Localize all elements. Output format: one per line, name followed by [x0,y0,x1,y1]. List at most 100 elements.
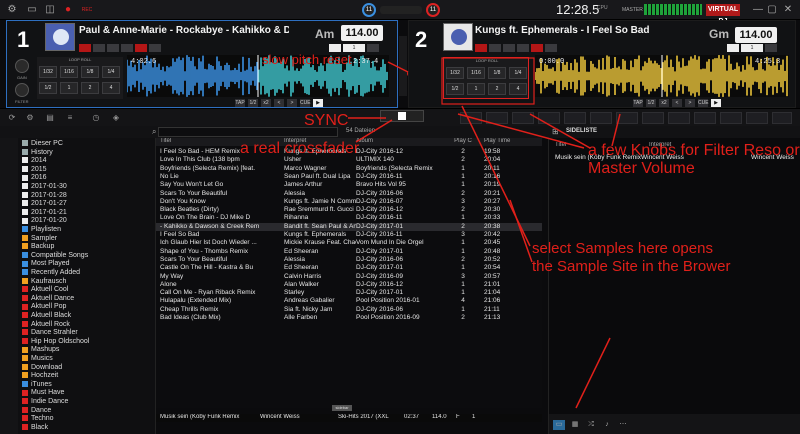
deck-btn[interactable] [489,44,501,52]
table-row[interactable]: Hulapalu (Extended Mix) Andreas Gabalier P… [156,297,542,305]
table-row[interactable]: Scars To Your Beautiful Alessia DJ-City 20… [156,256,542,264]
folder-item[interactable]: 2016 [22,174,47,182]
loop-pad[interactable]: 1/2 [446,83,464,95]
folder-item[interactable]: Download [22,364,62,372]
loop-pad[interactable]: 1/16 [60,66,78,78]
folder-item[interactable]: Hip Hop Oldschool [22,338,89,346]
folder-item[interactable]: Mashups [22,346,59,354]
table-row[interactable]: Ich Glaub Hier Ist Doch Wieder ... Mickie… [156,239,542,247]
sideliste-tab-icon[interactable]: ▭ [553,420,565,430]
loop-pad[interactable]: 4 [509,83,527,95]
folder-item[interactable]: Most Played [22,260,70,268]
crossfader[interactable] [380,110,424,122]
half-button[interactable]: 1/2 [248,99,258,107]
sampler-slot[interactable] [668,112,690,124]
folder-item[interactable]: iTunes [22,381,52,389]
loop-pad[interactable]: 1/32 [446,67,464,79]
prev-button[interactable]: < [672,99,682,107]
filter-knob[interactable] [15,83,29,97]
folder-item[interactable]: Recently Added [22,269,80,277]
table-row[interactable]: Cheap Thrills Remix Sia ft. Nicky Jam DJ-C… [156,306,542,314]
folder-item[interactable]: Aktuell Cool [22,286,68,294]
folder-icon[interactable]: ▤ [44,112,56,124]
master-tempo-knob-left[interactable]: 11 [362,3,376,17]
sampler-slot[interactable] [486,112,508,124]
loop-pad[interactable]: 4 [102,82,120,94]
loop-pad[interactable]: 1/2 [39,82,57,94]
tap-button[interactable]: TAP [235,99,245,107]
sampler-slot[interactable] [538,112,560,124]
loop-pad[interactable]: 1/16 [467,67,485,79]
record-icon[interactable]: ● [62,4,74,16]
table-row[interactable]: Boyfriends (Selecta Remix) [feat. Marco W… [156,165,542,173]
folder-item[interactable]: Aktuell Black [22,312,71,320]
prev-button[interactable]: < [274,99,284,107]
tap-button[interactable]: TAP [633,99,643,107]
folder-item[interactable]: Backup [22,243,54,251]
folder-item[interactable]: 2017-01-20 [22,217,67,225]
col-playtime[interactable]: Play Time [484,138,514,144]
hot-cue-button[interactable] [79,44,91,52]
loop-pad[interactable]: 1/4 [509,67,527,79]
loop-button[interactable] [765,44,777,52]
sync-button[interactable] [329,44,341,52]
deck-btn[interactable] [135,44,147,52]
col-album[interactable]: Album [356,138,444,144]
refresh-icon[interactable]: ⟳ [6,112,18,124]
folder-item[interactable]: Must Have [22,389,64,397]
deck-btn[interactable] [517,44,529,52]
sampler-tab-icon[interactable]: ▦ [569,420,581,430]
table-row[interactable]: Castle On The Hill - Kastra & Bu Ed Sheer… [156,264,542,272]
table-row[interactable]: Love On The Brain - DJ Mike D Rihanna DJ-C… [156,214,542,222]
col-playcount[interactable]: Play C [448,138,478,144]
play-button[interactable]: ▶ [313,99,323,107]
sampler-slot[interactable] [616,112,638,124]
sampler-slot[interactable] [694,112,716,124]
half-button[interactable]: 1/2 [646,99,656,107]
deck-btn[interactable] [121,44,133,52]
table-row[interactable]: Bad Ideas (Club Mix) Alle Farben Pool Posi… [156,314,542,322]
loop-pad[interactable]: 1 [467,83,485,95]
table-row[interactable]: Black Beatles (Dirty) Rae Sremmurd ft. Gu… [156,206,542,214]
list-icon[interactable]: ≡ [64,112,76,124]
table-row[interactable]: - Kahikko & Dawson & Creek Rem Bandit ft.… [156,222,542,231]
automix-tab-icon[interactable]: ⤮ [585,420,597,430]
bpm-display[interactable]: 114.00 [341,25,383,41]
deck-btn[interactable] [107,44,119,52]
sampler-slot[interactable] [460,112,482,124]
loop-pad[interactable]: 1 [60,82,78,94]
rec-label[interactable]: REC [80,4,94,16]
deck-btn[interactable] [545,44,557,52]
karaoke-tab-icon[interactable]: ♪ [601,420,613,430]
cue-button[interactable]: CUE [300,99,311,107]
crossfader-knob[interactable] [398,112,406,120]
folder-item[interactable]: Sampler [22,235,57,243]
loop-pad[interactable]: 1/8 [81,66,99,78]
folder-item[interactable]: Kaufrausch [22,278,66,286]
sampler-slot[interactable] [590,112,612,124]
sampler-slot[interactable] [720,112,742,124]
master-tempo-knob-right[interactable]: 11 [426,3,440,17]
folder-item[interactable]: Aktuell Rock [22,321,70,329]
mixer-icon[interactable]: ◫ [44,4,56,16]
table-row[interactable]: I Feel So Bad Kungs ft. Ephemerals DJ-City… [156,231,542,239]
double-button[interactable]: x2 [261,99,271,107]
waveform[interactable] [535,55,789,97]
sampler-slot[interactable] [564,112,586,124]
sidebar-toggle[interactable]: sidebar [332,405,352,411]
folder-item[interactable]: Dieser PC [22,140,63,148]
cue-button[interactable]: CUE [698,99,709,107]
crossfader-mini[interactable] [380,6,422,14]
folder-item[interactable]: 2017-01-27 [22,200,67,208]
double-button[interactable]: x2 [659,99,669,107]
folder-item[interactable]: Playlisten [22,226,61,234]
table-row[interactable]: My Way Calvin Harris DJ-City 2016-09 3 20:57 [156,273,542,281]
sync-number[interactable]: 1 [343,44,365,52]
loop-pad[interactable]: 1/8 [488,67,506,79]
folder-item[interactable]: 2017-01-28 [22,192,67,200]
settings-icon[interactable]: ⚙ [6,4,18,16]
play-button[interactable]: ▶ [711,99,721,107]
sampler-slot[interactable] [746,112,768,124]
folder-item[interactable]: 2017-01-21 [22,209,67,217]
tag-icon[interactable]: ◈ [110,112,122,124]
